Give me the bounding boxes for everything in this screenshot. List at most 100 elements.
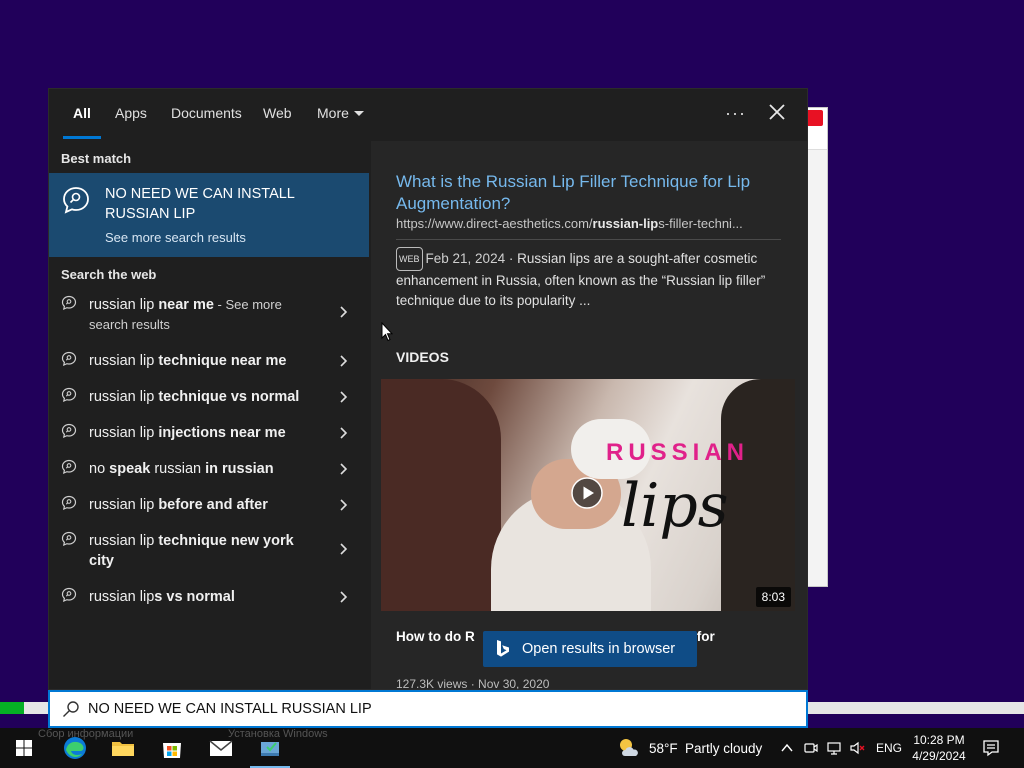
suggestion-text: russian lip technique new york city	[89, 531, 319, 571]
suggestion-normal: russian lip	[89, 389, 159, 405]
chevron-right-icon	[340, 355, 348, 367]
search-web-heading: Search the web	[61, 267, 157, 282]
setup-progress-fill	[0, 702, 24, 714]
tab-more-label: More	[317, 105, 349, 121]
search-bubble-icon	[61, 423, 77, 439]
active-tab-indicator	[63, 136, 101, 139]
bing-icon	[497, 640, 509, 657]
suggestion-text: russian lip technique vs normal	[89, 387, 319, 407]
video-title-start: How to do R	[396, 629, 475, 644]
microsoft-store-icon[interactable]	[157, 733, 187, 763]
web-suggestion[interactable]: russian lip technique new york city	[49, 523, 369, 575]
search-bubble-icon	[61, 387, 77, 403]
language-indicator[interactable]: ENG	[876, 741, 902, 755]
search-bubble-icon	[61, 495, 77, 511]
web-suggestion[interactable]: russian lips vs normal	[49, 579, 369, 615]
search-icon	[63, 701, 79, 717]
clock[interactable]: 10:28 PM 4/29/2024	[912, 732, 966, 764]
best-match-heading: Best match	[61, 151, 132, 166]
mail-icon[interactable]	[206, 733, 236, 763]
best-match-item[interactable]: NO NEED WE CAN INSTALL RUSSIAN LIP See m…	[49, 173, 369, 257]
tab-more[interactable]: More	[313, 105, 368, 141]
suggestion-normal: russian lip	[89, 533, 159, 549]
search-bubble-icon	[61, 295, 77, 311]
edge-browser-icon[interactable]	[60, 733, 90, 763]
web-suggestion[interactable]: no speak russian in russian	[49, 451, 369, 487]
video-title-end: for	[696, 629, 715, 644]
open-results-label: Open results in browser	[522, 641, 676, 657]
close-icon[interactable]	[765, 100, 789, 124]
tab-apps[interactable]: Apps	[111, 105, 151, 141]
search-bubble-icon	[61, 351, 77, 367]
thumb-shape	[381, 379, 501, 611]
video-thumbnail[interactable]: RUSSIAN lips 8:03	[381, 379, 795, 611]
tab-web[interactable]: Web	[259, 105, 296, 141]
result-date: Feb 21, 2024	[425, 251, 506, 266]
search-input[interactable]	[88, 698, 788, 720]
chevron-right-icon	[340, 499, 348, 511]
tab-documents[interactable]: Documents	[167, 105, 246, 141]
notification-center-icon[interactable]	[982, 739, 1000, 757]
results-list: Best match NO NEED WE CAN INSTALL RUSSIA…	[49, 141, 371, 691]
video-duration: 8:03	[755, 587, 791, 607]
result-url-prefix: https://www.direct-aesthetics.com/	[396, 216, 593, 231]
meet-now-icon[interactable]	[803, 740, 819, 756]
result-url[interactable]: https://www.direct-aesthetics.com/russia…	[396, 216, 786, 231]
web-suggestion[interactable]: russian lip technique vs normal	[49, 379, 369, 415]
suggestion-normal: russian lip	[89, 497, 159, 513]
search-tabs: All Apps Documents Web More ···	[49, 89, 809, 141]
suggestion-normal: no	[89, 461, 110, 477]
web-badge: WEB	[396, 247, 423, 271]
search-box[interactable]	[48, 690, 808, 728]
weather-temperature[interactable]: 58°F	[649, 741, 678, 756]
preview-pane: What is the Russian Lip Filler Technique…	[371, 141, 807, 689]
result-snippet: WEB Feb 21, 2024 · Russian lips are a sou…	[396, 247, 786, 311]
result-title-link[interactable]: What is the Russian Lip Filler Technique…	[396, 171, 786, 215]
suggestion-text: russian lip near me - See more search re…	[89, 295, 319, 335]
search-bubble-icon	[61, 459, 77, 475]
partly-cloudy-icon[interactable]	[616, 734, 644, 762]
weather-condition[interactable]: Partly cloudy	[685, 741, 762, 756]
volume-muted-icon[interactable]	[849, 740, 865, 756]
suggestion-normal: russian lip	[89, 297, 159, 313]
suggestion-bold: technique near me	[158, 353, 287, 369]
chevron-right-icon	[340, 591, 348, 603]
suggestion-bold: s vs normal	[154, 589, 235, 605]
video-meta: 127.3K views · Nov 30, 2020	[396, 677, 550, 689]
clock-date: 4/29/2024	[912, 749, 966, 763]
result-url-suffix: s-filler-techni...	[658, 216, 743, 231]
web-suggestion[interactable]: russian lip injections near me	[49, 415, 369, 451]
network-icon[interactable]	[826, 740, 842, 756]
thumb-shape	[721, 379, 795, 611]
chevron-up-icon[interactable]	[779, 740, 795, 756]
taskbar: Сбор информации Установка Windows 58°F P…	[0, 728, 1024, 768]
suggestion-text: russian lips vs normal	[89, 587, 319, 607]
suggestion-bold: in russian	[205, 461, 274, 477]
suggestion-normal: russian lip	[89, 353, 159, 369]
play-icon[interactable]	[571, 477, 603, 509]
video-overlay-script: lips	[621, 471, 729, 541]
see-more-results-link[interactable]: See more search results	[105, 230, 246, 245]
setup-app-icon[interactable]	[255, 733, 285, 763]
suggestion-bold: speak	[109, 461, 151, 477]
suggestion-bold: near me	[158, 297, 214, 313]
chevron-right-icon	[340, 306, 348, 318]
web-suggestion[interactable]: russian lip before and after	[49, 487, 369, 523]
suggestion-text: no speak russian in russian	[89, 459, 319, 479]
file-explorer-icon[interactable]	[108, 733, 138, 763]
cursor-arrow-icon	[381, 321, 394, 342]
chevron-down-icon	[353, 111, 364, 116]
suggestion-normal: russian	[150, 461, 206, 477]
best-match-title: NO NEED WE CAN INSTALL RUSSIAN LIP	[105, 186, 295, 222]
result-url-bold: russian-lip	[592, 216, 659, 231]
windows-start-icon[interactable]	[9, 733, 39, 763]
more-options-icon[interactable]: ···	[725, 103, 746, 124]
chevron-right-icon	[340, 543, 348, 555]
suggestion-text: russian lip technique near me	[89, 351, 319, 371]
open-results-in-browser-button[interactable]: Open results in browser	[483, 631, 697, 667]
mouse-cursor	[381, 321, 394, 342]
web-suggestion[interactable]: russian lip technique near me	[49, 343, 369, 379]
suggestion-text: russian lip injections near me	[89, 423, 319, 443]
web-suggestion[interactable]: russian lip near me - See more search re…	[49, 287, 369, 339]
clock-time: 10:28 PM	[913, 733, 965, 747]
